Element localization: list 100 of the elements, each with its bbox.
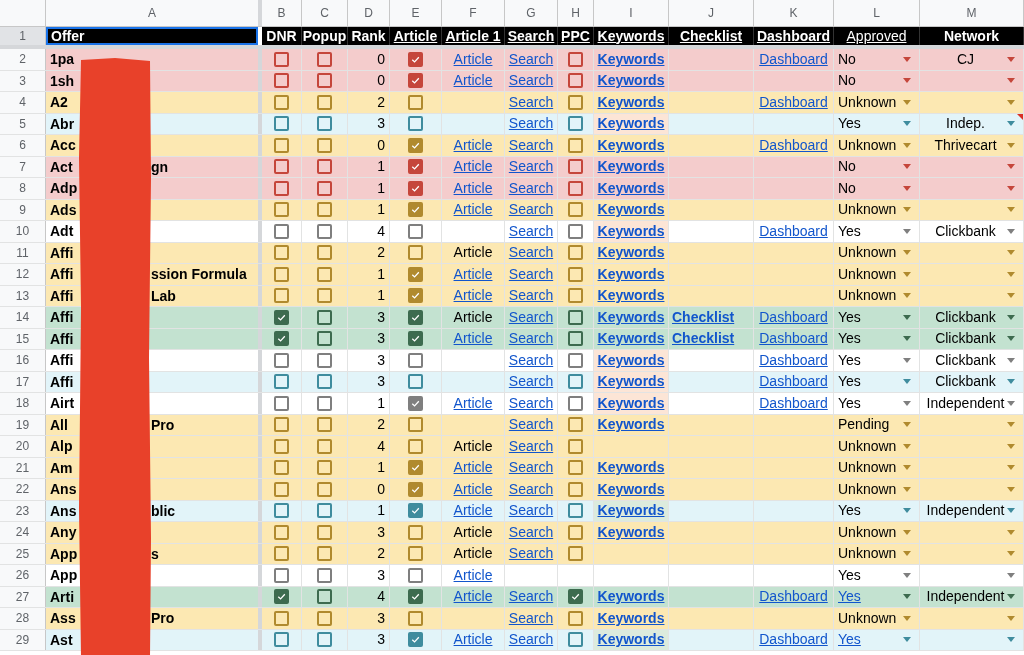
checklist-link[interactable]: Checklist	[672, 307, 735, 328]
dropdown-arrow-icon[interactable]	[903, 99, 911, 105]
dropdown-arrow-icon[interactable]	[1007, 637, 1015, 643]
checklist-link[interactable]: Checklist	[672, 328, 735, 349]
keywords-link[interactable]: Keywords	[597, 629, 665, 650]
dropdown-arrow-icon[interactable]	[1007, 551, 1015, 557]
article-link[interactable]: Article	[453, 135, 493, 156]
checkbox[interactable]	[274, 567, 289, 583]
checkbox[interactable]	[317, 137, 332, 153]
dropdown-arrow-icon[interactable]	[1007, 572, 1015, 578]
row-number[interactable]: 6	[0, 135, 46, 156]
dropdown-arrow-icon[interactable]	[903, 615, 911, 621]
keywords-link[interactable]: Keywords	[597, 156, 665, 177]
checkbox[interactable]	[568, 223, 583, 239]
dashboard-link[interactable]: Dashboard	[759, 586, 828, 607]
dashboard-link[interactable]: Dashboard	[759, 393, 828, 414]
column-header[interactable]: F	[442, 0, 505, 26]
checkbox[interactable]	[408, 94, 423, 110]
search-link[interactable]: Search	[508, 285, 554, 306]
checkbox[interactable]	[274, 632, 289, 648]
checkbox[interactable]	[274, 546, 289, 562]
keywords-link[interactable]: Keywords	[597, 328, 665, 349]
search-link[interactable]: Search	[508, 199, 554, 220]
search-link[interactable]: Search	[508, 586, 554, 607]
search-link[interactable]: Search	[508, 307, 554, 328]
row-number[interactable]: 13	[0, 285, 46, 306]
checkbox[interactable]	[317, 288, 332, 304]
row-number[interactable]: 1	[0, 27, 46, 45]
checkbox[interactable]	[317, 438, 332, 454]
checkbox[interactable]	[408, 116, 423, 132]
article-link[interactable]: Article	[453, 457, 493, 478]
checkbox[interactable]	[274, 331, 289, 347]
dropdown-arrow-icon[interactable]	[1007, 250, 1015, 256]
keywords-link[interactable]: Keywords	[597, 307, 665, 328]
checkbox[interactable]	[317, 632, 332, 648]
comment-marker-icon[interactable]	[1017, 113, 1023, 120]
dropdown-arrow-icon[interactable]	[1007, 357, 1015, 363]
article-link[interactable]: Article	[453, 393, 493, 414]
row-number[interactable]: 18	[0, 393, 46, 414]
checkbox[interactable]	[408, 288, 423, 304]
checkbox[interactable]	[568, 460, 583, 476]
checkbox[interactable]	[408, 352, 423, 368]
checkbox[interactable]	[568, 94, 583, 110]
row-number[interactable]: 29	[0, 629, 46, 650]
checkbox[interactable]	[317, 503, 332, 519]
dropdown-arrow-icon[interactable]	[903, 529, 911, 535]
article-link[interactable]: Article	[453, 565, 493, 586]
dashboard-link[interactable]: Dashboard	[759, 371, 828, 392]
dropdown-arrow-icon[interactable]	[1007, 443, 1015, 449]
column-header[interactable]: I	[594, 0, 669, 26]
article-link[interactable]: Article	[453, 500, 493, 521]
checkbox[interactable]	[408, 589, 423, 605]
checkbox[interactable]	[317, 245, 332, 261]
checkbox[interactable]	[317, 331, 332, 347]
row-number[interactable]: 17	[0, 371, 46, 392]
checkbox[interactable]	[317, 417, 332, 433]
dropdown-arrow-icon[interactable]	[903, 572, 911, 578]
keywords-link[interactable]: Keywords	[597, 92, 665, 113]
keywords-link[interactable]: Keywords	[597, 393, 665, 414]
checkbox[interactable]	[274, 610, 289, 626]
row-number[interactable]: 9	[0, 199, 46, 220]
article-link[interactable]: Article	[453, 156, 493, 177]
checkbox[interactable]	[274, 202, 289, 218]
checkbox[interactable]	[408, 245, 423, 261]
checkbox[interactable]	[274, 180, 289, 196]
article-link[interactable]: Article	[453, 178, 493, 199]
checkbox[interactable]	[274, 524, 289, 540]
keywords-link[interactable]: Keywords	[597, 500, 665, 521]
column-header[interactable]: J	[669, 0, 754, 26]
dropdown-arrow-icon[interactable]	[1007, 56, 1015, 62]
checkbox[interactable]	[408, 137, 423, 153]
column-header[interactable]: L	[834, 0, 920, 26]
row-number[interactable]: 24	[0, 522, 46, 543]
checkbox[interactable]	[274, 460, 289, 476]
dropdown-arrow-icon[interactable]	[1007, 271, 1015, 277]
keywords-link[interactable]: Keywords	[597, 414, 665, 435]
checkbox[interactable]	[274, 417, 289, 433]
checkbox[interactable]	[568, 309, 583, 325]
checkbox[interactable]	[317, 352, 332, 368]
search-link[interactable]: Search	[508, 221, 554, 242]
checkbox[interactable]	[274, 438, 289, 454]
checkbox[interactable]	[568, 180, 583, 196]
checkbox[interactable]	[274, 481, 289, 497]
article-link[interactable]: Article	[453, 199, 493, 220]
checkbox[interactable]	[274, 94, 289, 110]
column-header[interactable]: E	[390, 0, 442, 26]
dropdown-arrow-icon[interactable]	[1007, 293, 1015, 299]
dropdown-arrow-icon[interactable]	[1007, 508, 1015, 514]
dropdown-arrow-icon[interactable]	[903, 314, 911, 320]
row-number[interactable]: 11	[0, 242, 46, 263]
keywords-link[interactable]: Keywords	[597, 178, 665, 199]
row-number[interactable]: 23	[0, 500, 46, 521]
search-link[interactable]: Search	[508, 328, 554, 349]
checkbox[interactable]	[317, 567, 332, 583]
checkbox[interactable]	[568, 116, 583, 132]
checkbox[interactable]	[317, 73, 332, 89]
dropdown-arrow-icon[interactable]	[903, 465, 911, 471]
checkbox[interactable]	[274, 159, 289, 175]
checkbox[interactable]	[408, 309, 423, 325]
keywords-link[interactable]: Keywords	[597, 350, 665, 371]
